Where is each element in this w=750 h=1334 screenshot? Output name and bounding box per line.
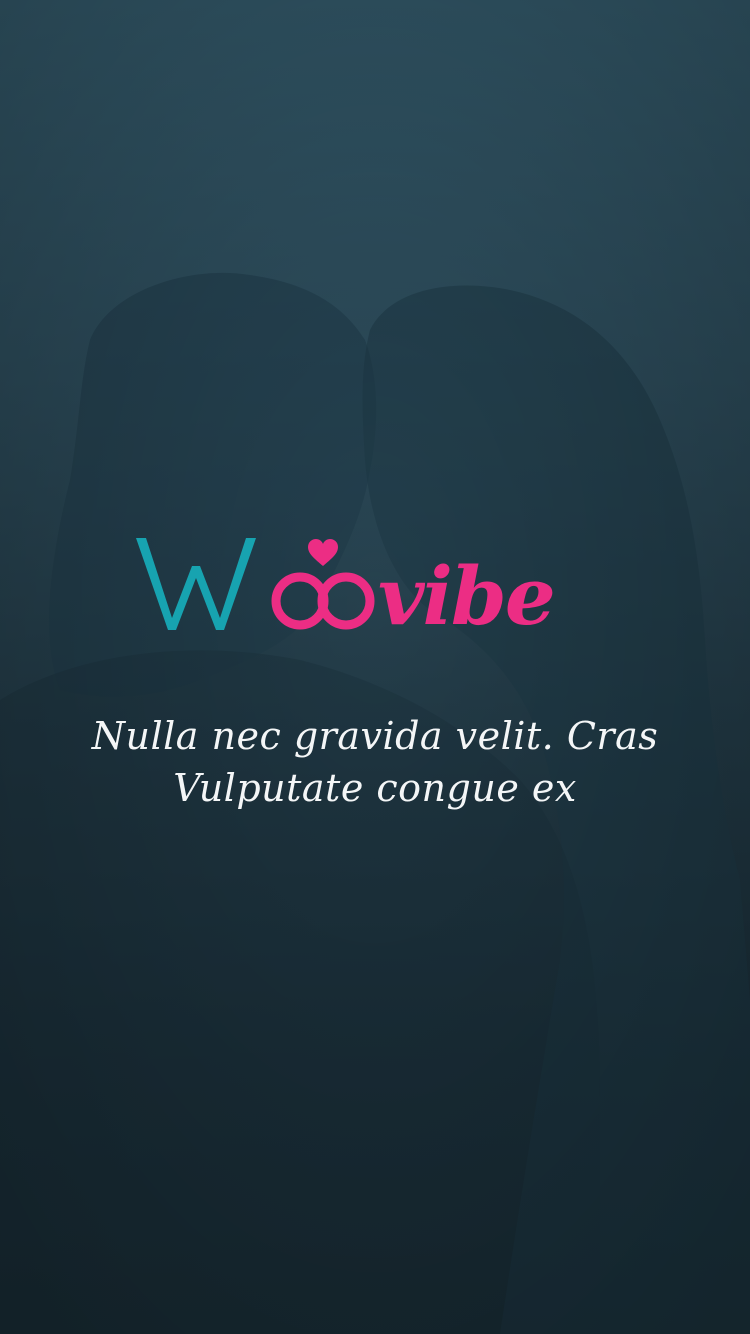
tagline-text: Nulla nec gravida velit. Cras Vulputate … xyxy=(91,714,659,810)
logo-letter-w xyxy=(136,538,256,630)
splash-screen: vibe Nulla nec gravida velit. Cras Vulpu… xyxy=(0,0,750,1334)
interlocked-rings-icon xyxy=(271,572,375,630)
heart-icon xyxy=(308,539,338,566)
background-couple-photo xyxy=(0,0,750,1334)
woovibe-logo-icon: vibe xyxy=(136,538,556,636)
logo-wordmark-vibe: vibe xyxy=(378,549,554,636)
